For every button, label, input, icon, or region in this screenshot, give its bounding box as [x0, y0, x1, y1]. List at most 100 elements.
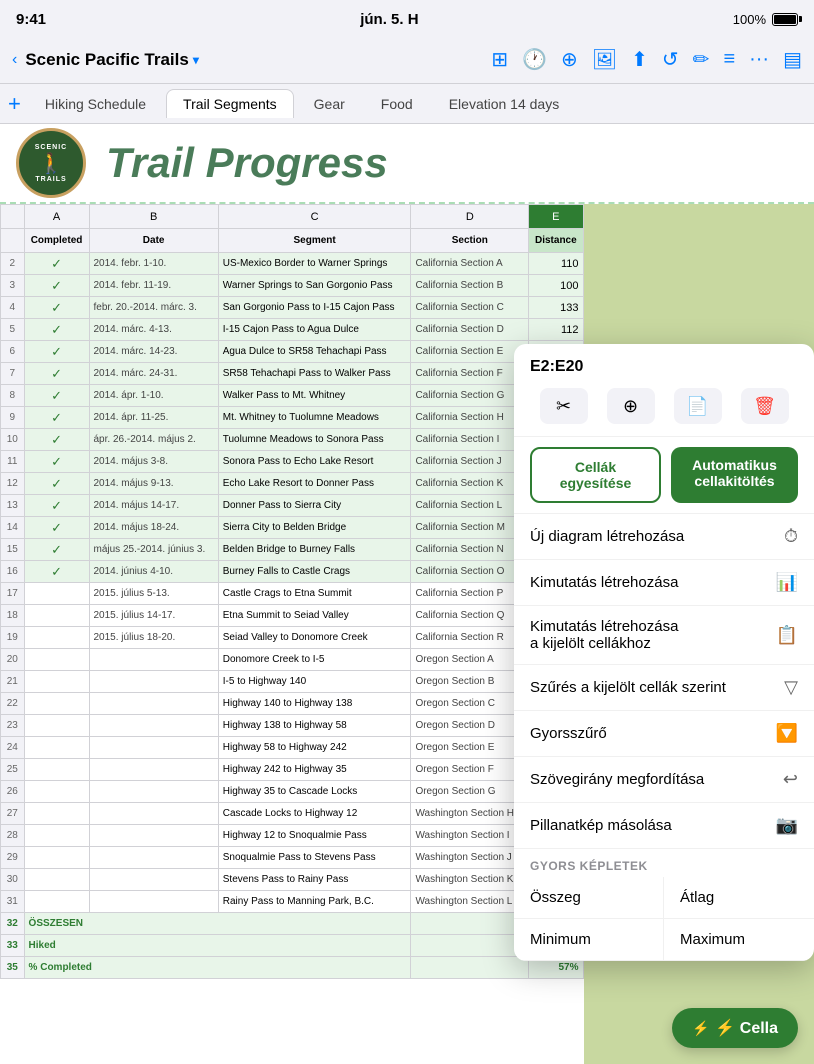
table-row[interactable]: 8✓2014. ápr. 1-10.Walker Pass to Mt. Whi…: [1, 385, 584, 407]
table-row[interactable]: 13✓2014. május 14-17.Donner Pass to Sier…: [1, 495, 584, 517]
cell-completed[interactable]: [24, 649, 89, 671]
cell-completed[interactable]: [24, 671, 89, 693]
cell-completed[interactable]: [24, 583, 89, 605]
cell-section[interactable]: Oregon Section F: [411, 759, 529, 781]
title-chevron-icon[interactable]: ▾: [193, 53, 199, 67]
table-row[interactable]: 30Stevens Pass to Rainy PassWashington S…: [1, 869, 584, 891]
tab-hiking-schedule[interactable]: Hiking Schedule: [29, 90, 162, 118]
cell-segment[interactable]: Sierra City to Belden Bridge: [218, 517, 411, 539]
cell-completed[interactable]: [24, 759, 89, 781]
filter-sel-item[interactable]: Szűrés a kijelölt cellák szerint ▽: [514, 665, 814, 711]
cell-date[interactable]: [89, 693, 218, 715]
cell-date[interactable]: 2014. márc. 4-13.: [89, 319, 218, 341]
table-row[interactable]: 9✓2014. ápr. 11-25.Mt. Whitney to Tuolum…: [1, 407, 584, 429]
tab-trail-segments[interactable]: Trail Segments: [166, 89, 294, 118]
table-row[interactable]: 7✓2014. márc. 24-31.SR58 Tehachapi Pass …: [1, 363, 584, 385]
cell-section[interactable]: Washington Section L: [411, 891, 529, 913]
cell-date[interactable]: [89, 715, 218, 737]
cell-distance[interactable]: 110: [529, 253, 583, 275]
cell-segment[interactable]: Highway 12 to Snoqualmie Pass: [218, 825, 411, 847]
table-row[interactable]: 21I-5 to Highway 140Oregon Section B55: [1, 671, 584, 693]
copy-icon[interactable]: ⊕: [561, 47, 578, 72]
cell-section[interactable]: California Section Q: [411, 605, 529, 627]
cell-segment[interactable]: Mt. Whitney to Tuolumne Meadows: [218, 407, 411, 429]
cell-segment[interactable]: Highway 242 to Highway 35: [218, 759, 411, 781]
cell-section[interactable]: California Section E: [411, 341, 529, 363]
cell-segment[interactable]: Castle Crags to Etna Summit: [218, 583, 411, 605]
cell-segment[interactable]: Highway 58 to Highway 242: [218, 737, 411, 759]
back-button[interactable]: ‹: [12, 51, 17, 69]
cell-date[interactable]: febr. 20.-2014. márc. 3.: [89, 297, 218, 319]
cell-date[interactable]: 2014. május 9-13.: [89, 473, 218, 495]
merge-cells-button[interactable]: Cellák egyesítése: [530, 447, 661, 503]
cell-segment[interactable]: Seiad Valley to Donomore Creek: [218, 627, 411, 649]
new-statement-sel-item[interactable]: Kimutatás létrehozása a kijelölt cellákh…: [514, 606, 814, 665]
col-header-d[interactable]: D: [411, 205, 529, 229]
cell-segment[interactable]: Echo Lake Resort to Donner Pass: [218, 473, 411, 495]
cell-section[interactable]: California Section K: [411, 473, 529, 495]
cell-date[interactable]: 2014. május 18-24.: [89, 517, 218, 539]
cell-date[interactable]: [89, 847, 218, 869]
quick-filter-item[interactable]: Gyorsszűrő 🔽: [514, 711, 814, 757]
table-row[interactable]: 24Highway 58 to Highway 242Oregon Sectio…: [1, 737, 584, 759]
tab-elevation[interactable]: Elevation 14 days: [433, 90, 576, 118]
cell-completed[interactable]: ✓: [24, 561, 89, 583]
cell-segment[interactable]: Rainy Pass to Manning Park, B.C.: [218, 891, 411, 913]
cell-section[interactable]: Washington Section H: [411, 803, 529, 825]
cell-segment[interactable]: Donomore Creek to I-5: [218, 649, 411, 671]
cell-completed[interactable]: ✓: [24, 451, 89, 473]
sidebar-icon[interactable]: ▤: [783, 47, 802, 72]
cell-date[interactable]: 2015. július 5-13.: [89, 583, 218, 605]
table-row[interactable]: 22Highway 140 to Highway 138Oregon Secti…: [1, 693, 584, 715]
refresh-icon[interactable]: ↺: [662, 47, 679, 72]
formula-sum[interactable]: Összeg: [514, 877, 664, 919]
cell-segment[interactable]: Tuolumne Meadows to Sonora Pass: [218, 429, 411, 451]
cell-date[interactable]: [89, 869, 218, 891]
cell-section[interactable]: California Section D: [411, 319, 529, 341]
cell-date[interactable]: [89, 671, 218, 693]
cell-distance[interactable]: 100: [529, 275, 583, 297]
cell-date[interactable]: [89, 759, 218, 781]
cell-completed[interactable]: [24, 803, 89, 825]
table-row[interactable]: 16✓2014. június 4-10.Burney Falls to Cas…: [1, 561, 584, 583]
cell-date[interactable]: 2015. július 14-17.: [89, 605, 218, 627]
table-row[interactable]: 31Rainy Pass to Manning Park, B.C.Washin…: [1, 891, 584, 913]
cell-section[interactable]: California Section M: [411, 517, 529, 539]
cell-date[interactable]: 2014. május 14-17.: [89, 495, 218, 517]
menu-icon[interactable]: ≡: [723, 48, 735, 71]
cell-segment[interactable]: Agua Dulce to SR58 Tehachapi Pass: [218, 341, 411, 363]
table-row[interactable]: 5✓2014. márc. 4-13.I-15 Cajon Pass to Ag…: [1, 319, 584, 341]
photo-icon[interactable]: 🖼: [592, 47, 617, 72]
cell-segment[interactable]: Burney Falls to Castle Crags: [218, 561, 411, 583]
cell-section[interactable]: Oregon Section B: [411, 671, 529, 693]
cell-completed[interactable]: ✓: [24, 429, 89, 451]
cell-section[interactable]: Oregon Section C: [411, 693, 529, 715]
cell-completed[interactable]: ✓: [24, 385, 89, 407]
table-row[interactable]: 15✓május 25.-2014. június 3.Belden Bridg…: [1, 539, 584, 561]
cell-segment[interactable]: SR58 Tehachapi Pass to Walker Pass: [218, 363, 411, 385]
cell-completed[interactable]: ✓: [24, 495, 89, 517]
cell-section[interactable]: Oregon Section E: [411, 737, 529, 759]
cell-section[interactable]: California Section P: [411, 583, 529, 605]
cell-completed[interactable]: [24, 869, 89, 891]
table-row[interactable]: 27Cascade Locks to Highway 12Washington …: [1, 803, 584, 825]
cell-section[interactable]: California Section L: [411, 495, 529, 517]
cell-segment[interactable]: Snoqualmie Pass to Stevens Pass: [218, 847, 411, 869]
cell-section[interactable]: California Section B: [411, 275, 529, 297]
cell-segment[interactable]: Belden Bridge to Burney Falls: [218, 539, 411, 561]
table-row[interactable]: 23Highway 138 to Highway 58Oregon Sectio…: [1, 715, 584, 737]
table-row[interactable]: 26Highway 35 to Cascade LocksOregon Sect…: [1, 781, 584, 803]
cell-completed[interactable]: ✓: [24, 275, 89, 297]
cell-segment[interactable]: I-5 to Highway 140: [218, 671, 411, 693]
cell-date[interactable]: 2015. július 18-20.: [89, 627, 218, 649]
table-row[interactable]: 11✓2014. május 3-8.Sonora Pass to Echo L…: [1, 451, 584, 473]
cell-segment[interactable]: I-15 Cajon Pass to Agua Dulce: [218, 319, 411, 341]
cell-completed[interactable]: ✓: [24, 539, 89, 561]
cell-date[interactable]: május 25.-2014. június 3.: [89, 539, 218, 561]
snapshot-item[interactable]: Pillanatkép másolása 📷: [514, 803, 814, 849]
share-icon[interactable]: ⬆: [631, 47, 648, 72]
table-row[interactable]: 14✓2014. május 18-24.Sierra City to Beld…: [1, 517, 584, 539]
cut-button[interactable]: ✂: [540, 388, 588, 424]
new-statement-item[interactable]: Kimutatás létrehozása 📊: [514, 560, 814, 606]
cell-completed[interactable]: [24, 605, 89, 627]
